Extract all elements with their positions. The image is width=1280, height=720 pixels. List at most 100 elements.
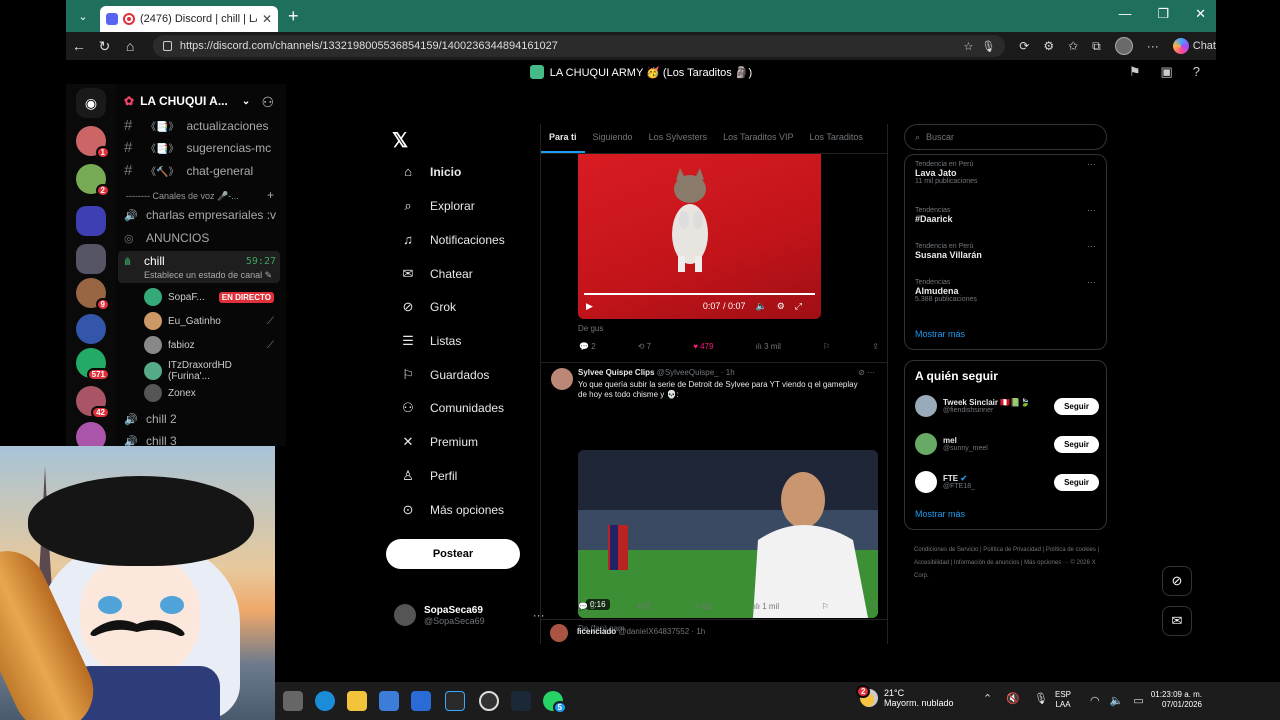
follow-suggestion[interactable]: mel @sunny_meel Seguir [915, 433, 1099, 455]
server-icon-2[interactable]: 2 [76, 164, 110, 197]
nav-comunidades[interactable]: ⚇ Comunidades [400, 400, 504, 416]
messages-fab-icon[interactable]: ✉ [1162, 606, 1192, 636]
like-button[interactable]: ♡ 61 [693, 602, 711, 611]
follow-button[interactable]: Seguir [1054, 435, 1099, 453]
obs-icon[interactable] [479, 691, 499, 711]
follow-button[interactable]: Seguir [1054, 473, 1099, 491]
voice-user[interactable]: SopaF... EN DIRECTO [144, 288, 274, 306]
tweet-author[interactable]: Sylvee Quispe Clips @SylveeQuispe_ · 1h [578, 368, 735, 377]
account-switcher[interactable]: SopaSeca69 @SopaSeca69 ··· [394, 604, 545, 626]
share-icon[interactable]: ⇪ [872, 342, 879, 351]
voice-channel-chill[interactable]: ıllı chill 59:27 Establece un estado de … [118, 251, 280, 283]
reply-button[interactable]: 💬 3 [578, 602, 595, 611]
server-icon-1[interactable]: 1 [76, 126, 110, 159]
reply-button[interactable]: 💬 2 [579, 342, 596, 351]
server-icon-5[interactable]: 571 [76, 348, 110, 381]
share-icon[interactable]: ⇪ [871, 602, 878, 611]
nav-grok[interactable]: ⊘ Grok [400, 299, 456, 315]
server-icon-3[interactable]: 9 [76, 278, 110, 311]
status-icons[interactable]: ◠ 🔈 ▭ [1090, 694, 1144, 707]
show-more-link[interactable]: Mostrar más [915, 509, 965, 519]
copilot-button[interactable]: Chat [1172, 38, 1216, 54]
server-icon-chuqui[interactable] [76, 244, 106, 274]
tweet-author[interactable]: licenciado @danieIX64837552 · 1h [577, 627, 705, 636]
follow-suggestion[interactable]: FTE ✔ @FTE18_ Seguir [915, 471, 1099, 493]
security-app-icon[interactable] [445, 691, 465, 711]
voice-category[interactable]: -------- Canales de voz 🎤-... [126, 191, 239, 202]
repost-button[interactable]: ⟲ 3 [637, 602, 650, 611]
voice-user[interactable]: Zonex [144, 384, 274, 402]
tab-list-button[interactable]: ⌄ [70, 5, 96, 27]
trend-more-icon[interactable]: ··· [1087, 159, 1096, 169]
nav-notificaciones[interactable]: ♫ Notificaciones [400, 232, 505, 247]
nav-inicio[interactable]: ⌂ Inicio [400, 164, 461, 179]
refresh-extension-icon[interactable]: ⟳ [1019, 39, 1029, 53]
profile-avatar[interactable] [1114, 37, 1133, 55]
cat-video[interactable]: ▶ 0:07 / 0:07 🔈 ⚙ ⤢ [578, 154, 821, 319]
extension-icon[interactable]: ⚙ [1043, 39, 1054, 53]
nav-mas-opciones[interactable]: ⊙ Más opciones [400, 502, 505, 518]
discord-logo-icon[interactable]: ◉ [76, 88, 106, 118]
channel-chat-general[interactable]: # 《🔨》 chat-general [124, 162, 253, 179]
football-video[interactable]: 0:16 [578, 450, 878, 618]
show-more-link[interactable]: Mostrar más [915, 329, 965, 339]
nav-premium[interactable]: ✕ Premium [400, 434, 478, 450]
channel-actualizaciones[interactable]: # 《📑》 actualizaciones [124, 117, 269, 134]
play-icon[interactable]: ▶ [586, 301, 593, 312]
collections-icon[interactable]: ⧉ [1092, 39, 1101, 54]
nav-explorar[interactable]: ⌕ Explorar [400, 198, 474, 214]
voice-user[interactable]: ITzDraxordHD (Furina'... [144, 360, 274, 382]
weather-widget[interactable]: 2 21°C Mayorm. nublado [856, 685, 954, 708]
search-input[interactable]: ⌕ Buscar [904, 124, 1107, 150]
server-icon-4[interactable] [76, 314, 106, 344]
clock[interactable]: 01:23:09 a. m. 07/01/2026 [1142, 690, 1202, 711]
trend-item[interactable]: Tendencia en Perú Susana Villarán [915, 243, 982, 260]
home-icon[interactable]: ⌂ [117, 38, 143, 54]
nav-listas[interactable]: ☰ Listas [400, 333, 461, 349]
trend-more-icon[interactable]: ··· [1087, 205, 1096, 215]
tab-para-ti[interactable]: Para ti [541, 124, 585, 153]
trend-item[interactable]: Tendencia en Perú Lava Jato 11 mil publi… [915, 161, 978, 185]
add-channel-icon[interactable]: + [267, 188, 274, 202]
url-field[interactable]: https://discord.com/channels/13321980055… [152, 35, 1006, 57]
x-logo-icon[interactable]: 𝕏 [392, 128, 408, 153]
maximize-icon[interactable]: ❐ [1157, 6, 1169, 22]
dropbox-icon[interactable] [411, 691, 431, 711]
minimize-icon[interactable]: — [1118, 6, 1131, 22]
voice-user[interactable]: Eu_Gatinho ⟋ [144, 312, 274, 330]
trend-item[interactable]: Tendencias Almudena 5.388 publicaciones [915, 279, 977, 303]
trend-more-icon[interactable]: ··· [1087, 241, 1096, 251]
mute-icon[interactable]: 🔈 [755, 301, 766, 312]
views-stat[interactable]: ılı 1 mil [754, 602, 779, 611]
voice-user[interactable]: fabioz ⟋ [144, 336, 274, 354]
views-stat[interactable]: ılı 3 mil [756, 342, 781, 351]
tab-los-taraditos[interactable]: Los Taraditos [801, 124, 870, 153]
channel-sugerencias[interactable]: # 《📑》 sugerencias-mc [124, 139, 271, 156]
close-window-icon[interactable]: ✕ [1195, 6, 1206, 22]
grok-fab-icon[interactable]: ⊘ [1162, 566, 1192, 596]
invite-icon[interactable]: ⚇ [261, 94, 274, 111]
tab-siguiendo[interactable]: Siguiendo [585, 124, 641, 153]
channel-status[interactable]: Establece un estado de canal ✎ [144, 270, 272, 281]
new-tab-button[interactable]: + [288, 6, 299, 27]
nav-guardados[interactable]: ⚐ Guardados [400, 367, 489, 383]
follow-suggestion[interactable]: Tweek Sinclair 🇵🇪📗🍃 @fiendishsinner Segui… [915, 395, 1099, 417]
whatsapp-icon[interactable]: 5 [543, 691, 567, 714]
tab-los-sylvesters[interactable]: Los Sylvesters [641, 124, 716, 153]
folder-icon[interactable] [76, 206, 106, 236]
settings-icon[interactable]: ⚙ [777, 301, 785, 312]
nav-perfil[interactable]: ♙ Perfil [400, 468, 457, 484]
edge-icon[interactable] [315, 691, 335, 711]
mic-icon[interactable]: 🎙 [981, 40, 995, 53]
favorite-star-icon[interactable]: ☆ [963, 40, 973, 53]
reload-icon[interactable]: ↻ [92, 38, 118, 55]
voice-channel-chill-2[interactable]: 🔊 chill 2 [124, 412, 177, 426]
back-icon[interactable]: ← [66, 38, 92, 54]
avatar[interactable] [551, 368, 573, 390]
speaker-off-icon[interactable]: 🔇 [1006, 692, 1020, 705]
trend-item[interactable]: Tendencias #Daarick [915, 207, 953, 224]
server-icon-6[interactable]: 42 [76, 386, 110, 419]
browser-tab[interactable]: (2476) Discord | chill | LA CHUQ ✕ [100, 6, 278, 32]
repost-button[interactable]: ⟲ 7 [638, 342, 651, 351]
flag-icon[interactable]: ⚑ [1129, 64, 1141, 80]
